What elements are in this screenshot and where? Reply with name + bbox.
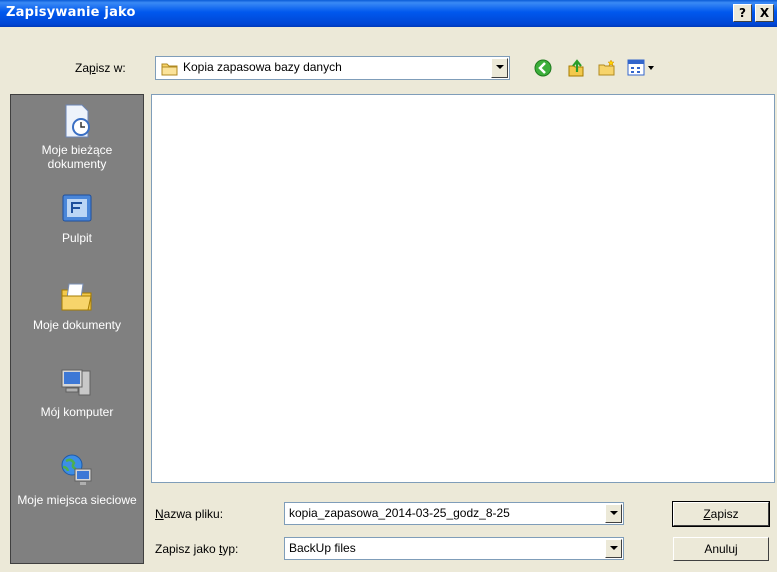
title-bar[interactable]: Zapisywanie jako ? X bbox=[0, 0, 777, 27]
cancel-button[interactable]: Anuluj bbox=[673, 537, 769, 561]
folder-icon bbox=[161, 63, 178, 76]
help-button[interactable]: ? bbox=[733, 4, 752, 22]
place-desktop[interactable]: Pulpit bbox=[11, 191, 143, 245]
filetype-value: BackUp files bbox=[289, 541, 356, 555]
recent-documents-icon bbox=[65, 104, 90, 138]
place-my-computer[interactable]: Mój komputer bbox=[11, 365, 143, 419]
views-menu-icon[interactable] bbox=[627, 59, 657, 77]
place-my-documents[interactable]: Moje dokumenty bbox=[11, 278, 143, 332]
close-button[interactable]: X bbox=[755, 4, 774, 22]
window-title: Zapisywanie jako bbox=[6, 5, 136, 20]
filename-input[interactable]: kopia_zapasowa_2014-03-25_godz_8-25 bbox=[284, 502, 624, 525]
filetype-dropdown-arrow[interactable] bbox=[605, 539, 622, 558]
my-computer-icon bbox=[61, 369, 91, 396]
filetype-dropdown[interactable]: BackUp files bbox=[284, 537, 624, 560]
file-list[interactable] bbox=[151, 94, 775, 483]
back-icon[interactable] bbox=[533, 58, 553, 78]
my-documents-icon bbox=[61, 283, 92, 311]
save-in-dropdown[interactable]: Kopia zapasowa bazy danych bbox=[155, 56, 510, 80]
place-recent-documents[interactable]: Moje bieżące dokumenty bbox=[11, 103, 143, 171]
places-bar: Moje bieżące dokumenty Pulpit Moje dokum… bbox=[10, 94, 144, 564]
save-in-label: Zapisz w: bbox=[75, 61, 126, 75]
filename-dropdown-arrow[interactable] bbox=[605, 504, 622, 523]
new-folder-icon[interactable] bbox=[597, 58, 617, 78]
filename-label: Nazwa pliku: bbox=[155, 507, 224, 521]
save-in-value: Kopia zapasowa bazy danych bbox=[183, 60, 342, 74]
place-network[interactable]: Moje miejsca sieciowe bbox=[11, 453, 143, 507]
save-button[interactable]: Zapisz bbox=[672, 501, 770, 527]
up-folder-icon[interactable] bbox=[566, 58, 586, 78]
filetype-label: Zapisz jako typ: bbox=[155, 542, 239, 556]
desktop-icon bbox=[62, 194, 92, 222]
filename-value: kopia_zapasowa_2014-03-25_godz_8-25 bbox=[289, 506, 510, 520]
save-in-dropdown-arrow[interactable] bbox=[491, 58, 508, 78]
network-places-icon bbox=[61, 454, 92, 485]
save-as-dialog: Zapisywanie jako ? X Zapisz w: Kopia zap… bbox=[0, 0, 777, 572]
